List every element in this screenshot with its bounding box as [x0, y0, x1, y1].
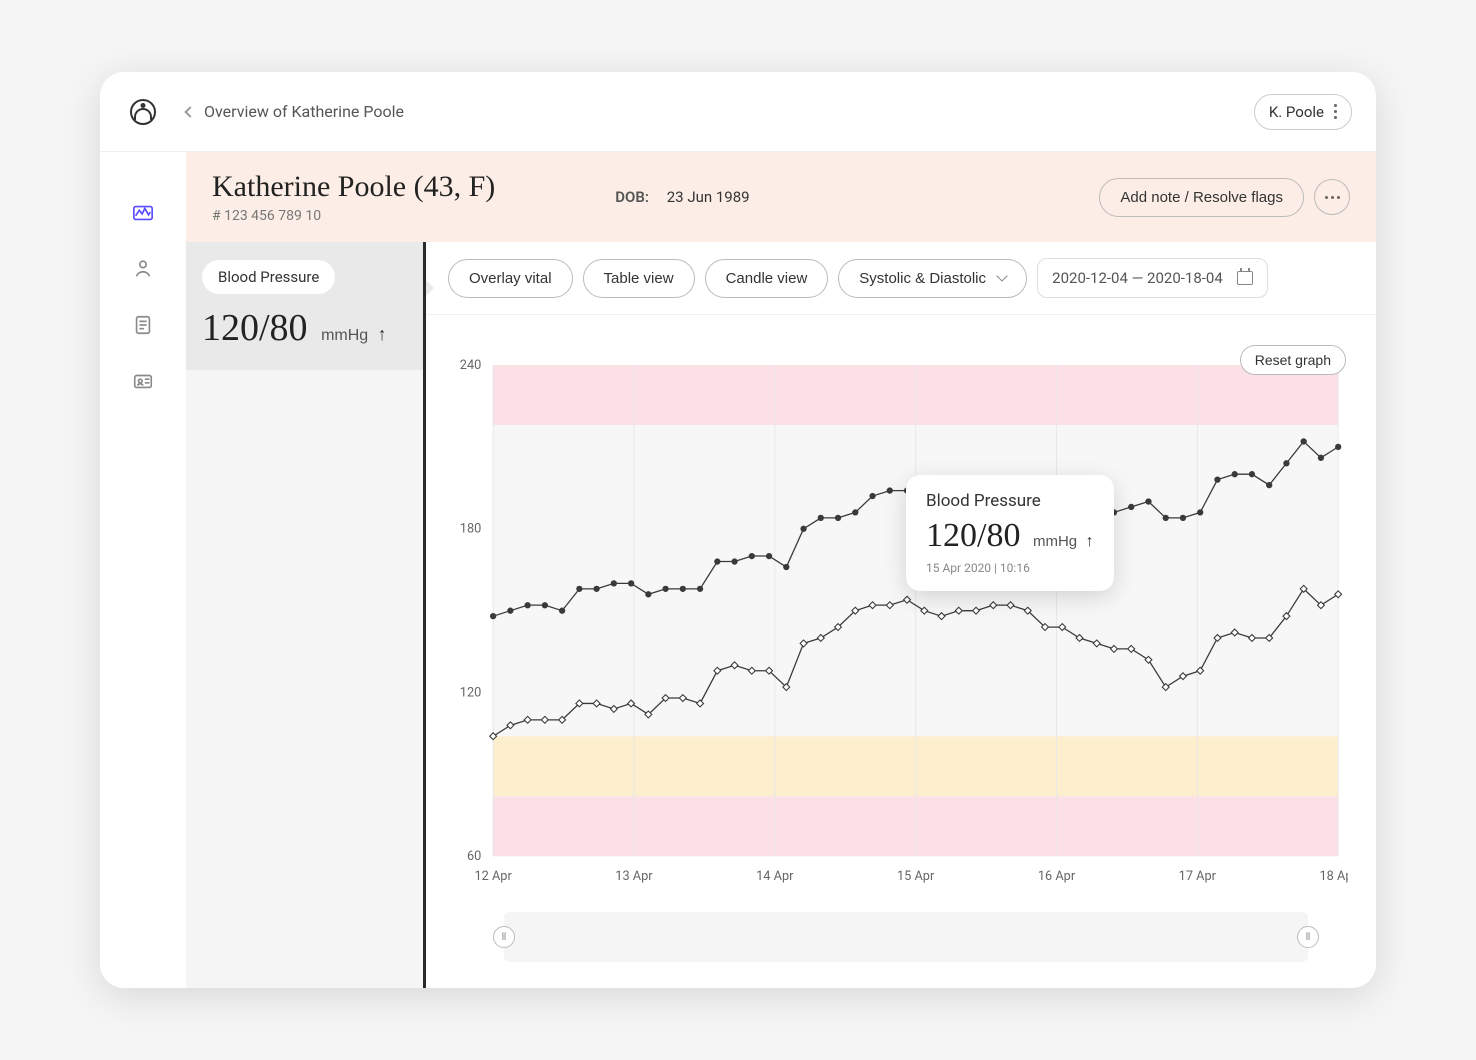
svg-text:18 Apr: 18 Apr	[1320, 869, 1348, 884]
series-select-label: Systolic & Diastolic	[859, 270, 986, 287]
chevron-down-icon	[997, 270, 1008, 281]
trend-up-icon: ↑	[378, 324, 387, 345]
vital-value-num: 120/80	[202, 307, 308, 349]
chart-toolbar: Overlay vital Table view Candle view Sys…	[426, 242, 1376, 315]
svg-text:180: 180	[460, 522, 482, 537]
chart-area: Reset graph 60 120 180 240 12 Apr 13 Apr 14 Ap…	[426, 315, 1376, 988]
chart-panel: Overlay vital Table view Candle view Sys…	[426, 242, 1376, 988]
nav-id-icon[interactable]	[132, 370, 154, 392]
nav-rail	[100, 152, 186, 988]
vital-chip: Blood Pressure	[202, 260, 335, 294]
user-menu-label: K. Poole	[1269, 103, 1324, 121]
patient-banner: Katherine Poole (43, F) # 123 456 789 10…	[186, 152, 1376, 242]
breadcrumb[interactable]: Overview of Katherine Poole	[186, 102, 404, 121]
add-note-button[interactable]: Add note / Resolve flags	[1099, 178, 1304, 217]
svg-text:120: 120	[460, 685, 482, 700]
dob-label: DOB:	[615, 188, 649, 206]
tooltip-value-num: 120/80	[926, 517, 1020, 554]
svg-text:60: 60	[467, 849, 481, 864]
tooltip-value: 120/80 mmHg ↑	[926, 517, 1094, 555]
dob-value: 23 Jun 1989	[667, 188, 750, 206]
svg-text:240: 240	[460, 358, 482, 373]
calendar-icon	[1237, 271, 1253, 285]
table-view-button[interactable]: Table view	[583, 259, 695, 298]
logo-cell	[100, 99, 186, 125]
svg-text:17 Apr: 17 Apr	[1179, 869, 1217, 884]
patient-dob: DOB: 23 Jun 1989	[615, 188, 749, 206]
svg-text:14 Apr: 14 Apr	[756, 869, 794, 884]
candle-view-button[interactable]: Candle view	[705, 259, 829, 298]
patient-name: Katherine Poole (43, F)	[212, 170, 495, 204]
topbar: Overview of Katherine Poole K. Poole	[100, 72, 1376, 152]
selection-notch-icon	[426, 280, 434, 296]
overlay-vital-button[interactable]: Overlay vital	[448, 259, 573, 298]
vital-card-bp[interactable]: Blood Pressure 120/80 mmHg ↑	[186, 242, 426, 370]
vital-unit: mmHg	[321, 327, 368, 344]
scrubber-handle-right[interactable]: ⫴	[1297, 926, 1319, 948]
tooltip-title: Blood Pressure	[926, 491, 1094, 511]
date-range-text: 2020-12-04 — 2020-18-04	[1052, 269, 1223, 287]
breadcrumb-text: Overview of Katherine Poole	[204, 102, 404, 121]
vital-value: 120/80 mmHg ↑	[202, 306, 410, 350]
ellipsis-icon	[1325, 196, 1340, 199]
svg-text:12 Apr: 12 Apr	[474, 869, 512, 884]
kebab-icon	[1334, 104, 1337, 119]
chevron-left-icon	[184, 106, 195, 117]
user-menu[interactable]: K. Poole	[1254, 94, 1352, 130]
scrubber-handle-left[interactable]: ⫴	[493, 926, 515, 948]
patient-mrn: # 123 456 789 10	[212, 208, 495, 224]
tooltip-time: 15 Apr 2020 | 10:16	[926, 561, 1094, 575]
series-select[interactable]: Systolic & Diastolic	[838, 259, 1027, 298]
vitals-sidebar: Blood Pressure 120/80 mmHg ↑	[186, 242, 426, 988]
nav-notes-icon[interactable]	[132, 314, 154, 336]
svg-text:16 Apr: 16 Apr	[1038, 869, 1076, 884]
date-range-picker[interactable]: 2020-12-04 — 2020-18-04	[1037, 258, 1268, 298]
app-window: Overview of Katherine Poole K. Poole	[100, 72, 1376, 988]
chart-tooltip: Blood Pressure 120/80 mmHg ↑ 15 Apr 2020…	[906, 475, 1114, 591]
bp-chart[interactable]: 60 120 180 240 12 Apr 13 Apr 14 Apr 15 Apr 16 Ap…	[444, 333, 1348, 908]
reset-graph-button[interactable]: Reset graph	[1240, 345, 1346, 375]
tooltip-unit: mmHg	[1033, 533, 1077, 550]
svg-text:15 Apr: 15 Apr	[897, 869, 935, 884]
tooltip-trend-icon: ↑	[1086, 533, 1094, 551]
nav-patient-icon[interactable]	[132, 258, 154, 280]
time-scrubber[interactable]: ⫴ ⫴	[504, 912, 1308, 962]
logo-icon	[130, 99, 156, 125]
svg-text:13 Apr: 13 Apr	[615, 869, 653, 884]
more-actions-button[interactable]	[1314, 179, 1350, 215]
nav-vitals-icon[interactable]	[132, 202, 154, 224]
content: Katherine Poole (43, F) # 123 456 789 10…	[186, 152, 1376, 988]
